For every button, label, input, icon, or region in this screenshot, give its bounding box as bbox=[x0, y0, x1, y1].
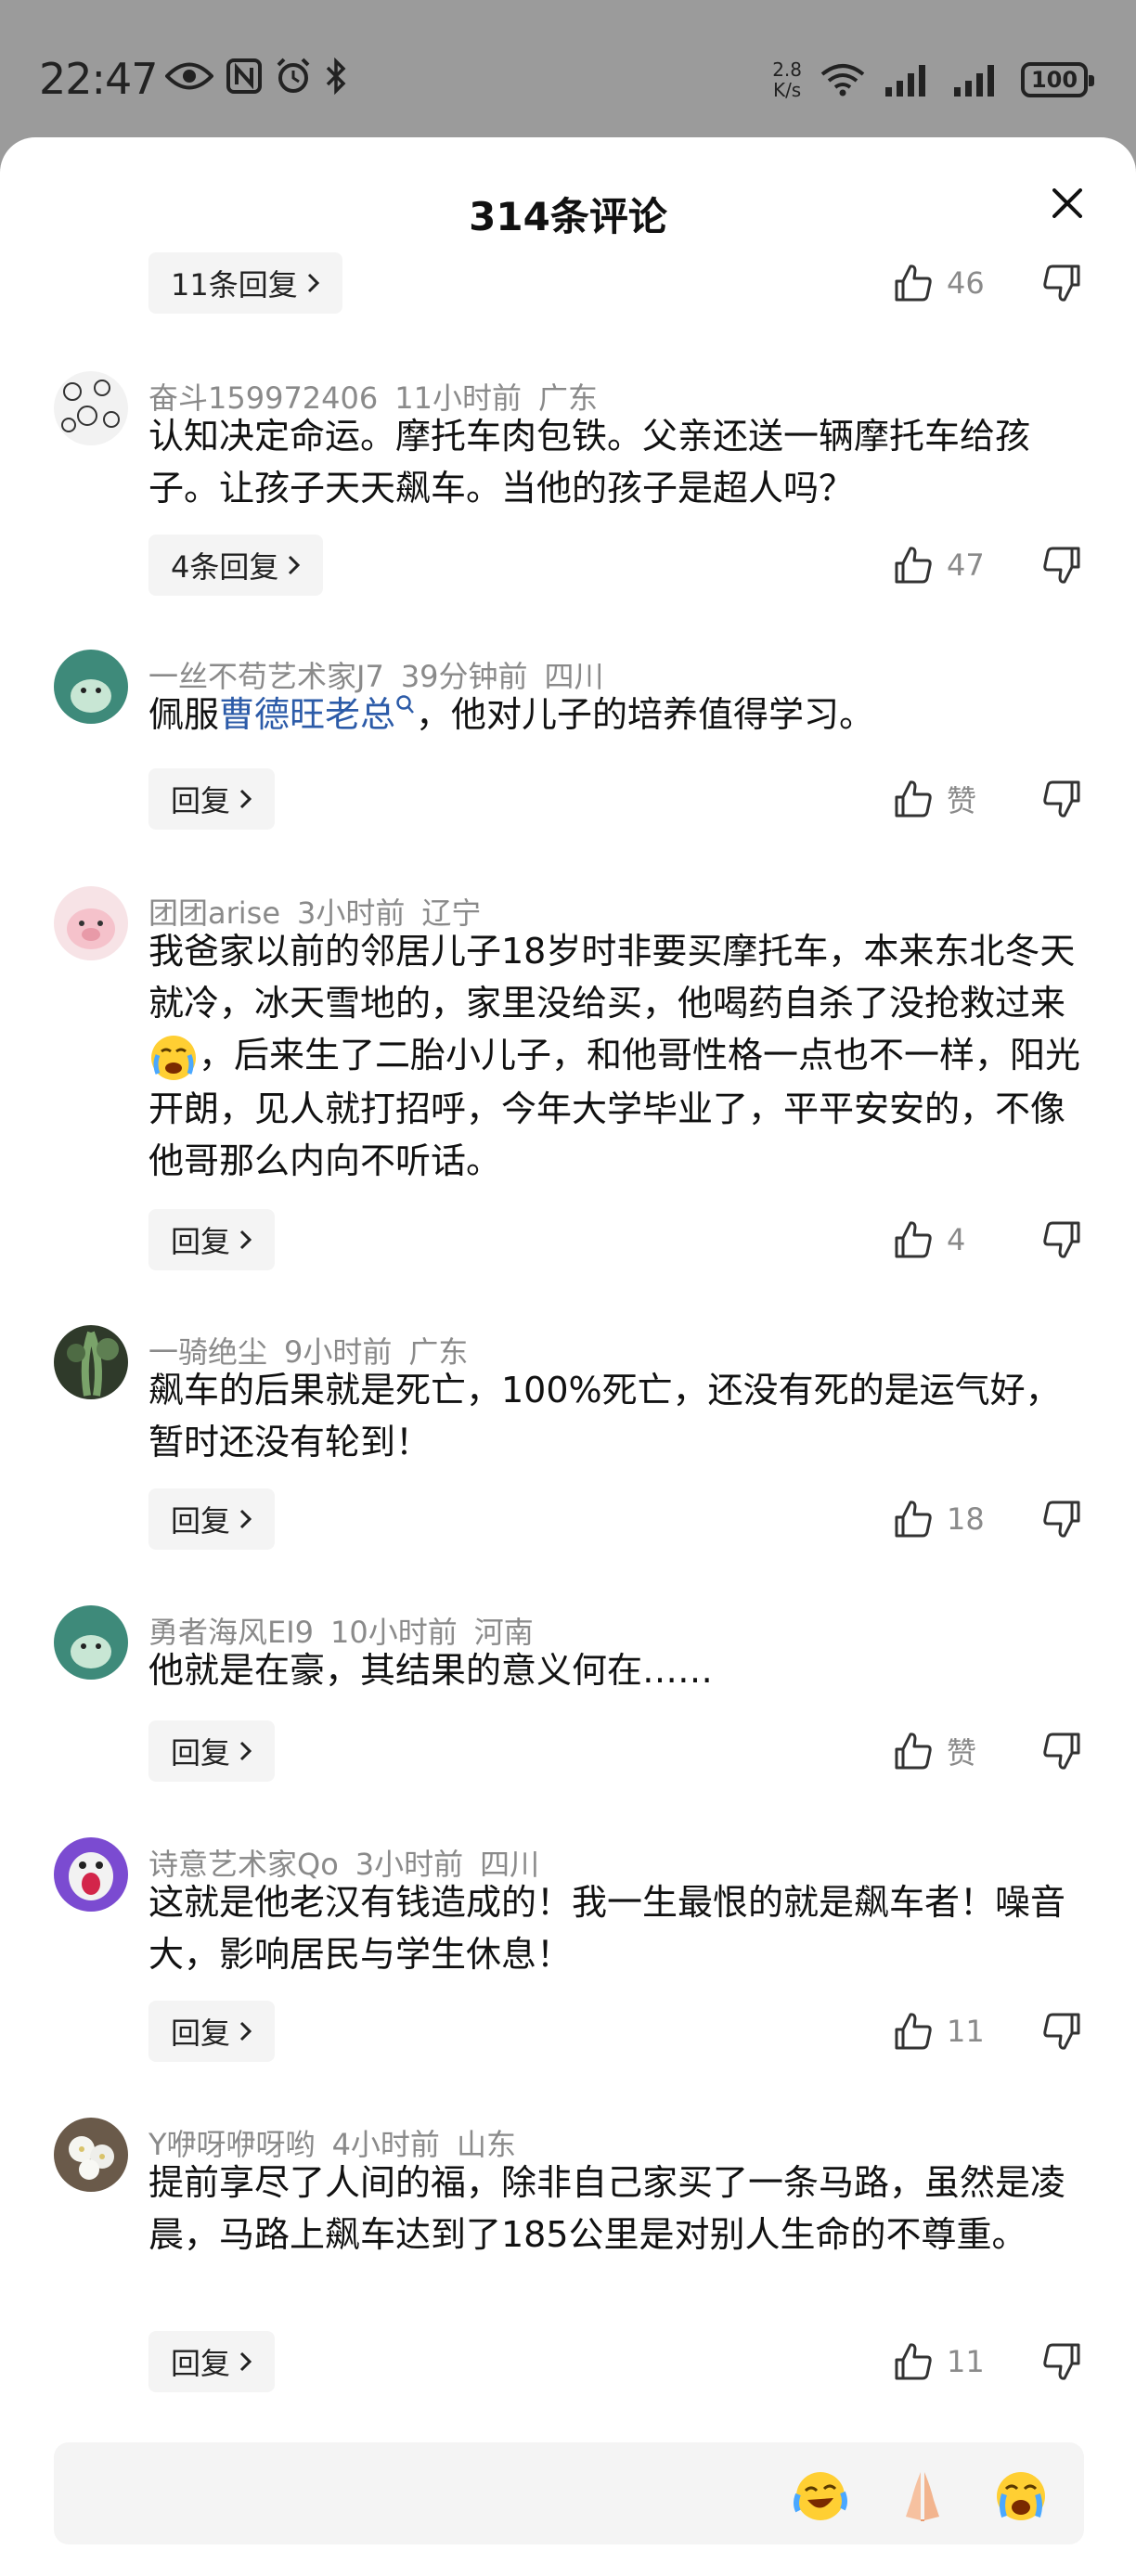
comment-item: 奋斗159972406 11小时前 广东 认知决定命运。摩托车肉包铁。父亲还送一辆摩… bbox=[0, 371, 1136, 603]
network-speed: 2.8 K/s bbox=[772, 58, 802, 101]
dislike-icon[interactable] bbox=[1041, 263, 1082, 303]
like-count: 47 bbox=[947, 547, 985, 583]
avatar[interactable] bbox=[54, 1837, 128, 1912]
mention-link[interactable]: 曹德旺老总 bbox=[219, 694, 395, 735]
like-count: 18 bbox=[947, 1501, 985, 1537]
like-icon[interactable] bbox=[893, 263, 934, 303]
dislike-icon[interactable] bbox=[1041, 1499, 1082, 1539]
comment-item: 团团arise 3小时前 辽宁 我爸家以前的邻居儿子18岁时非要买摩托车，本来东北冬… bbox=[0, 886, 1136, 1276]
wifi-icon bbox=[820, 64, 865, 97]
chevron-right-icon bbox=[239, 1741, 252, 1761]
dislike-icon[interactable] bbox=[1041, 545, 1082, 586]
like-icon[interactable] bbox=[893, 2341, 934, 2382]
like-icon[interactable] bbox=[893, 2011, 934, 2052]
chevron-right-icon bbox=[307, 273, 319, 293]
partial-comment: 11条回复 46 bbox=[0, 252, 1136, 314]
like-count: 11 bbox=[947, 2014, 985, 2049]
like-icon[interactable] bbox=[893, 779, 934, 819]
comment-item: 一骑绝尘 9小时前 广东 飙车的后果就是死亡，100%死亡，还没有死的是运气好，暂时… bbox=[0, 1325, 1136, 1557]
reply-button[interactable]: 回复 bbox=[148, 1209, 276, 1270]
chevron-right-icon bbox=[239, 1509, 252, 1529]
avatar[interactable] bbox=[54, 1325, 128, 1399]
reply-button[interactable]: 回复 bbox=[148, 768, 276, 830]
avatar[interactable] bbox=[54, 371, 128, 445]
like-count: 11 bbox=[947, 2344, 985, 2379]
dislike-icon[interactable] bbox=[1041, 1219, 1082, 1260]
comment-item: Y咿呀咿呀哟 4小时前 山东 提前享尽了人间的福，除非自己家买了一条马路，虽然是凌晨… bbox=[0, 2118, 1136, 2396]
signal-icon bbox=[885, 65, 925, 97]
signal-icon bbox=[954, 65, 994, 97]
like-icon[interactable] bbox=[893, 545, 934, 586]
alarm-icon bbox=[277, 58, 310, 93]
avatar[interactable] bbox=[54, 2118, 128, 2192]
comment-text: 提前享尽了人间的福，除非自己家买了一条马路，虽然是凌晨，马路上飙车达到了185公… bbox=[148, 2162, 1066, 2255]
comment-text: 这就是他老汉有钱造成的！我一生最恨的就是飙车者！噪音大，影响居民与学生休息！ bbox=[148, 1882, 1066, 1975]
avatar[interactable] bbox=[54, 1605, 128, 1680]
laughing-tears-emoji[interactable] bbox=[791, 2467, 850, 2526]
reply-button[interactable]: 4条回复 bbox=[148, 535, 324, 596]
comment-text: 他就是在豪，其结果的意义何在…… bbox=[148, 1650, 714, 1691]
dislike-icon[interactable] bbox=[1041, 779, 1082, 819]
battery-indicator: 100 bbox=[1021, 62, 1094, 97]
comment-text: 飙车的后果就是死亡，100%死亡，还没有死的是运气好，暂时还没有轮到！ bbox=[148, 1370, 1061, 1462]
like-count: 赞 bbox=[947, 783, 977, 818]
reply-button[interactable]: 回复 bbox=[148, 1488, 276, 1550]
reply-button[interactable]: 回复 bbox=[148, 1720, 276, 1782]
crying-emoji bbox=[151, 1035, 196, 1080]
reply-button[interactable]: 回复 bbox=[148, 2001, 276, 2062]
dislike-icon[interactable] bbox=[1041, 2341, 1082, 2382]
search-icon bbox=[396, 695, 414, 714]
nfc-icon bbox=[226, 58, 262, 94]
bluetooth-icon bbox=[326, 58, 346, 95]
eye-icon bbox=[165, 62, 213, 90]
dislike-icon[interactable] bbox=[1041, 2011, 1082, 2052]
comment-item: 勇者海风EI9 10小时前 河南 他就是在豪，其结果的意义何在…… 回复 赞 bbox=[0, 1605, 1136, 1791]
status-time: 22:47 bbox=[39, 54, 159, 104]
close-icon[interactable] bbox=[1052, 188, 1082, 218]
like-icon[interactable] bbox=[893, 1731, 934, 1771]
reply-button[interactable]: 11条回复 bbox=[148, 252, 342, 314]
crying-emoji[interactable] bbox=[991, 2467, 1051, 2526]
praying-hands-emoji[interactable] bbox=[893, 2467, 952, 2526]
like-count: 46 bbox=[947, 265, 985, 301]
dislike-icon[interactable] bbox=[1041, 1731, 1082, 1771]
comment-item: 诗意艺术家Qo 3小时前 四川 这就是他老汉有钱造成的！我一生最恨的就是飙车者！噪音… bbox=[0, 1837, 1136, 2069]
avatar[interactable] bbox=[54, 650, 128, 724]
chevron-right-icon bbox=[239, 2021, 252, 2041]
chevron-right-icon bbox=[239, 1230, 252, 1250]
comment-text: 我爸家以前的邻居儿子18岁时非要买摩托车，本来东北冬天就冷，冰天雪地的，家里没给… bbox=[148, 931, 1081, 1181]
sheet-title: 314条评论 bbox=[469, 194, 667, 239]
like-icon[interactable] bbox=[893, 1499, 934, 1539]
status-bar: 22:47 2.8 K/s 100 bbox=[0, 0, 1136, 137]
like-icon[interactable] bbox=[893, 1219, 934, 1260]
chevron-right-icon bbox=[239, 789, 252, 809]
comment-item: 一丝不苟艺术家J7 39分钟前 四川 佩服曹德旺老总 ，他对儿子的培养值得学习。 回复… bbox=[0, 650, 1136, 835]
chevron-right-icon bbox=[239, 2351, 252, 2372]
like-count: 4 bbox=[947, 1222, 966, 1257]
comment-text: 认知决定命运。摩托车肉包铁。父亲还送一辆摩托车给孩子。让孩子天天飙车。当他的孩子… bbox=[148, 416, 1031, 509]
like-count: 赞 bbox=[947, 1735, 977, 1771]
chevron-right-icon bbox=[289, 555, 301, 575]
reply-button[interactable]: 回复 bbox=[148, 2331, 276, 2392]
comment-text: 佩服曹德旺老总 ，他对儿子的培养值得学习。 bbox=[148, 694, 875, 735]
avatar[interactable] bbox=[54, 886, 128, 960]
